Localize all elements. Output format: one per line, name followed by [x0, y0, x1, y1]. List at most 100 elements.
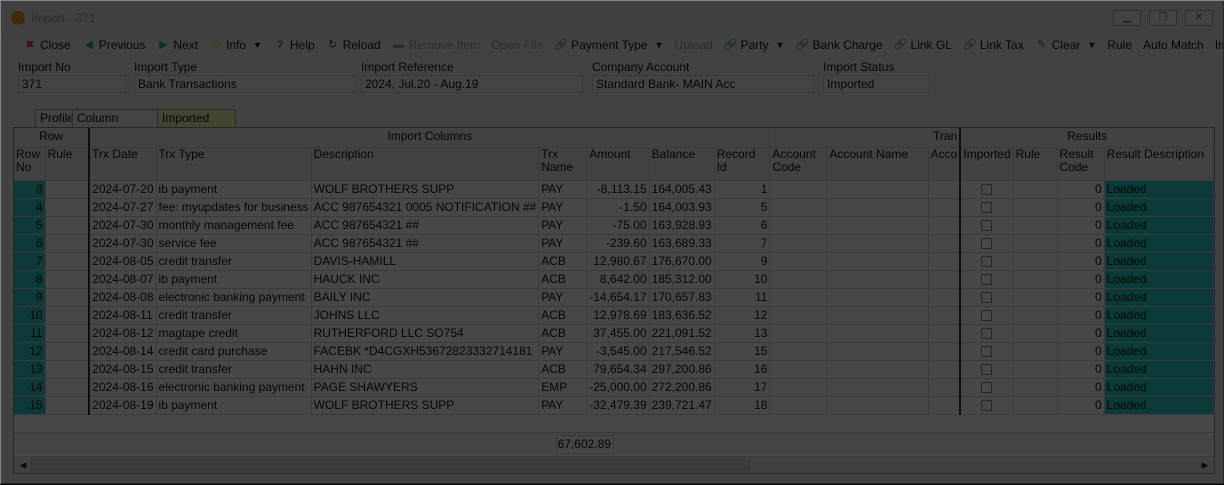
cell-trx-name[interactable]: ACB: [538, 252, 588, 271]
imported-checkbox[interactable]: [981, 327, 993, 339]
toolbar-upload-button[interactable]: Upload: [671, 36, 717, 54]
cell-record-id[interactable]: 11: [714, 288, 771, 307]
cell-description[interactable]: JOHNS LLC: [311, 306, 540, 325]
cell-trx-type[interactable]: ib payment: [156, 270, 312, 289]
cell-acco[interactable]: [928, 234, 962, 253]
cell-trx-date[interactable]: 2024-08-12: [89, 324, 157, 343]
cell-balance[interactable]: 217,546.52: [649, 342, 715, 361]
column-header-imported[interactable]: Imported: [960, 147, 1014, 181]
cell-trx-name[interactable]: PAY: [538, 342, 588, 361]
scroll-right-icon[interactable]: ▶: [1198, 458, 1212, 472]
cell-amount[interactable]: 12,978.69: [586, 306, 650, 325]
cell-result-description[interactable]: Loaded: [1104, 306, 1214, 325]
toolbar-close-button[interactable]: ✖ Close: [19, 36, 75, 54]
cell-amount[interactable]: 37,455.00: [586, 324, 650, 343]
cell-amount[interactable]: 8,642.00: [586, 270, 650, 289]
cell-trx-type[interactable]: monthly management fee: [156, 216, 312, 235]
scroll-left-icon[interactable]: ◀: [16, 458, 30, 472]
cell-trx-type[interactable]: credit transfer: [156, 360, 312, 379]
cell-description[interactable]: FACEBK *D4CGXH53672823332714181: [311, 342, 540, 361]
cell-account-code[interactable]: [769, 378, 828, 397]
toolbar-remove-item-button[interactable]: ▬ Remove Item: [388, 36, 484, 54]
cell-amount[interactable]: -32,479.39: [586, 396, 650, 415]
tab-imported-data[interactable]: Imported Data: [157, 109, 236, 141]
cell-acco[interactable]: [928, 360, 962, 379]
cell-trx-date[interactable]: 2024-08-05: [89, 252, 157, 271]
cell-amount[interactable]: -25,000.00: [586, 378, 650, 397]
cell-account-name[interactable]: [826, 360, 929, 379]
cell-result-code[interactable]: 0: [1057, 342, 1105, 361]
cell-trx-name[interactable]: ACB: [538, 306, 588, 325]
cell-result-description[interactable]: Loaded: [1104, 324, 1214, 343]
cell-trx-date[interactable]: 2024-08-14: [89, 342, 157, 361]
scroll-thumb[interactable]: [30, 459, 750, 471]
cell-result-code[interactable]: 0: [1057, 198, 1105, 217]
cell-balance[interactable]: 163,689.33: [649, 234, 715, 253]
imported-checkbox[interactable]: [981, 399, 993, 411]
cell-trx-name[interactable]: PAY: [538, 198, 588, 217]
cell-account-name[interactable]: [826, 270, 929, 289]
cell-account-code[interactable]: [769, 234, 828, 253]
cell-result-description[interactable]: Loaded: [1104, 378, 1214, 397]
column-header-result-code[interactable]: Result Code: [1057, 147, 1105, 181]
table-row[interactable]: 7 2024-08-05 credit transfer DAVIS-HAMILL AC…: [14, 252, 1214, 271]
column-header-description[interactable]: Description: [311, 147, 540, 181]
table-row[interactable]: 3 2024-07-20 ib payment WOLF BROTHERS SUPP P…: [14, 180, 1214, 199]
cell-rule[interactable]: [1013, 252, 1058, 271]
cell-trx-name[interactable]: PAY: [538, 234, 588, 253]
toolbar-link-gl-button[interactable]: 🔗 Link GL: [890, 36, 956, 54]
cell-rule[interactable]: [1013, 360, 1058, 379]
cell-imported[interactable]: [960, 198, 1014, 217]
toolbar-payment-type-button[interactable]: 🔗 Payment Type ▼: [550, 36, 667, 54]
imported-checkbox[interactable]: [981, 219, 993, 231]
cell-amount[interactable]: -14,654.17: [586, 288, 650, 307]
cell-trx-date[interactable]: 2024-08-07: [89, 270, 157, 289]
cell-row-no[interactable]: 11: [14, 324, 46, 343]
cell-description[interactable]: ACC 987654321 ##: [311, 234, 540, 253]
cell-row-no[interactable]: 9: [14, 288, 46, 307]
cell-rule[interactable]: [45, 378, 91, 397]
cell-balance[interactable]: 185,312.00: [649, 270, 715, 289]
cell-rule[interactable]: [1013, 324, 1058, 343]
minimize-button[interactable]: ▁: [1113, 10, 1141, 26]
column-header-amount[interactable]: Amount: [586, 147, 650, 181]
cell-description[interactable]: ACC 987654321 0005 NOTIFICATION ##: [311, 198, 540, 217]
cell-description[interactable]: RUTHERFORD LLC SO754: [311, 324, 540, 343]
cell-amount[interactable]: -75.00: [586, 216, 650, 235]
cell-trx-type[interactable]: credit transfer: [156, 306, 312, 325]
company-account-value[interactable]: Standard Bank- MAIN Acc: [592, 75, 814, 93]
cell-description[interactable]: BAILY INC: [311, 288, 540, 307]
cell-amount[interactable]: 12,980.67: [586, 252, 650, 271]
imported-checkbox[interactable]: [981, 201, 993, 213]
cell-trx-date[interactable]: 2024-08-11: [89, 306, 157, 325]
cell-trx-type[interactable]: ib payment: [156, 180, 312, 199]
cell-result-code[interactable]: 0: [1057, 396, 1105, 415]
cell-result-description[interactable]: Loaded: [1104, 342, 1214, 361]
cell-imported[interactable]: [960, 252, 1014, 271]
cell-result-code[interactable]: 0: [1057, 216, 1105, 235]
cell-rule[interactable]: [1013, 270, 1058, 289]
import-no-value[interactable]: 371: [18, 75, 126, 93]
cell-record-id[interactable]: 17: [714, 378, 771, 397]
cell-account-name[interactable]: [826, 378, 929, 397]
cell-amount[interactable]: -239.60: [586, 234, 650, 253]
cell-row-no[interactable]: 4: [14, 198, 46, 217]
cell-balance[interactable]: 164,005.43: [649, 180, 715, 199]
table-row[interactable]: 9 2024-08-08 electronic banking payment BAI…: [14, 288, 1214, 307]
chevron-down-icon[interactable]: ▼: [655, 40, 664, 50]
cell-imported[interactable]: [960, 270, 1014, 289]
cell-acco[interactable]: [928, 252, 962, 271]
cell-rule[interactable]: [45, 288, 91, 307]
cell-imported[interactable]: [960, 324, 1014, 343]
cell-rule[interactable]: [1013, 198, 1058, 217]
cell-record-id[interactable]: 1: [714, 180, 771, 199]
cell-rule[interactable]: [45, 234, 91, 253]
cell-row-no[interactable]: 10: [14, 306, 46, 325]
cell-trx-name[interactable]: EMP: [538, 378, 588, 397]
table-row[interactable]: 6 2024-07-30 service fee ACC 987654321 ## PA…: [14, 234, 1214, 253]
cell-rule[interactable]: [1013, 288, 1058, 307]
cell-row-no[interactable]: 8: [14, 270, 46, 289]
cell-record-id[interactable]: 18: [714, 396, 771, 415]
cell-balance[interactable]: 170,657.83: [649, 288, 715, 307]
cell-acco[interactable]: [928, 288, 962, 307]
